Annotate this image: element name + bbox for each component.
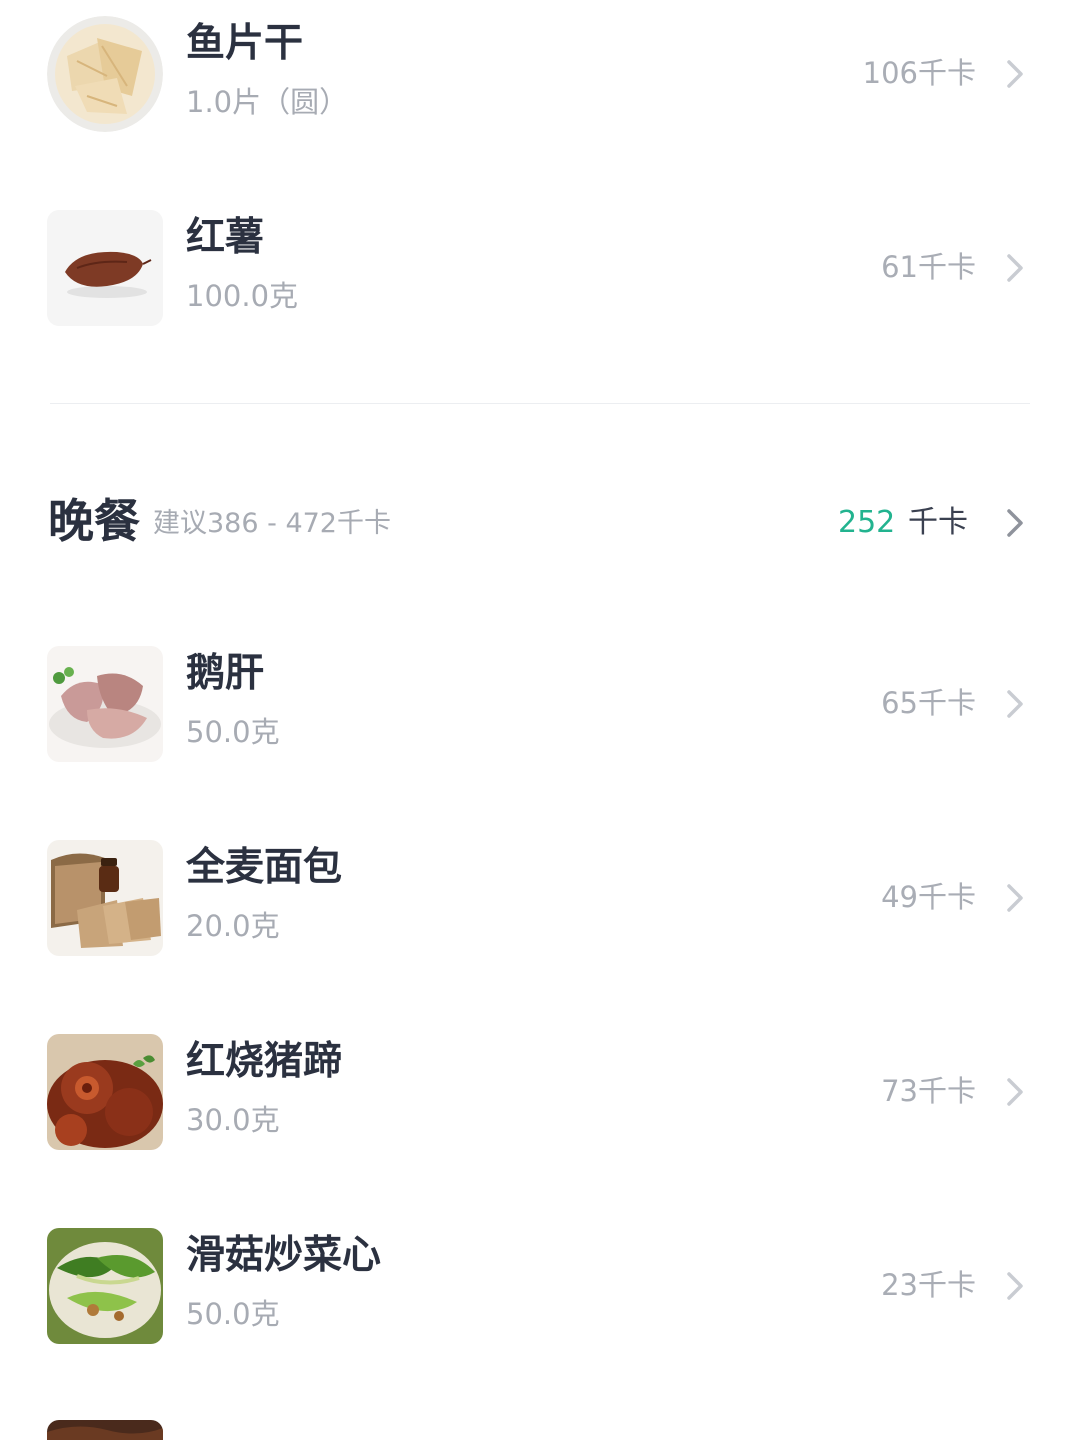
whole-wheat-bread-image xyxy=(47,840,163,956)
goose-liver-image xyxy=(47,646,163,762)
food-name: 红薯 xyxy=(186,215,265,260)
sweet-potato-image xyxy=(47,210,163,326)
food-calories: 23千卡 xyxy=(881,1268,976,1302)
food-amount: 50.0克 xyxy=(186,1297,280,1331)
next-food-image xyxy=(47,1420,163,1440)
food-row-whole-wheat-bread[interactable]: 全麦面包 20.0克 49千卡 xyxy=(0,840,1080,960)
food-row-mushroom-choy-sum[interactable]: 滑菇炒菜心 50.0克 23千卡 xyxy=(0,1228,1080,1348)
section-divider xyxy=(50,403,1030,404)
food-calories: 61千卡 xyxy=(881,250,976,284)
food-row-braised-pork-trotters[interactable]: 红烧猪蹄 30.0克 73千卡 xyxy=(0,1034,1080,1154)
dried-fish-image xyxy=(47,16,163,132)
food-name: 鹅肝 xyxy=(186,651,265,696)
food-amount: 30.0克 xyxy=(186,1103,280,1137)
food-calories: 106千卡 xyxy=(862,56,976,90)
chevron-right-icon xyxy=(1007,60,1023,88)
food-amount: 20.0克 xyxy=(186,909,280,943)
braised-pork-trotters-image xyxy=(47,1034,163,1150)
food-name: 红烧猪蹄 xyxy=(186,1039,343,1084)
food-amount: 100.0克 xyxy=(186,279,299,313)
food-name: 鱼片干 xyxy=(186,21,304,66)
food-calories: 73千卡 xyxy=(881,1074,976,1108)
food-calories: 65千卡 xyxy=(881,686,976,720)
food-row-goose-liver[interactable]: 鹅肝 50.0克 65千卡 xyxy=(0,646,1080,766)
chevron-right-icon xyxy=(1007,884,1023,912)
dinner-header[interactable]: 晚餐 建议386 - 472千卡 252 千卡 xyxy=(0,490,1080,560)
meal-calorie-unit: 千卡 xyxy=(908,505,968,540)
mushroom-choy-sum-image xyxy=(47,1228,163,1344)
meal-suggested-range: 建议386 - 472千卡 xyxy=(153,508,391,539)
food-calories: 49千卡 xyxy=(881,880,976,914)
chevron-right-icon xyxy=(1007,1078,1023,1106)
chevron-right-icon xyxy=(1007,690,1023,718)
chevron-right-icon xyxy=(1007,254,1023,282)
chevron-right-icon xyxy=(1007,509,1023,537)
food-name: 滑菇炒菜心 xyxy=(186,1233,382,1278)
food-row-dried-fish[interactable]: 鱼片干 1.0片（圆） 106千卡 xyxy=(0,16,1080,136)
meal-title: 晚餐 xyxy=(48,494,140,548)
meal-total-calories: 252 xyxy=(838,505,896,540)
food-amount: 50.0克 xyxy=(186,715,280,749)
chevron-right-icon xyxy=(1007,1272,1023,1300)
food-amount: 1.0片（圆） xyxy=(186,85,349,119)
food-row-sweet-potato[interactable]: 红薯 100.0克 61千卡 xyxy=(0,210,1080,330)
food-name: 全麦面包 xyxy=(186,845,343,890)
